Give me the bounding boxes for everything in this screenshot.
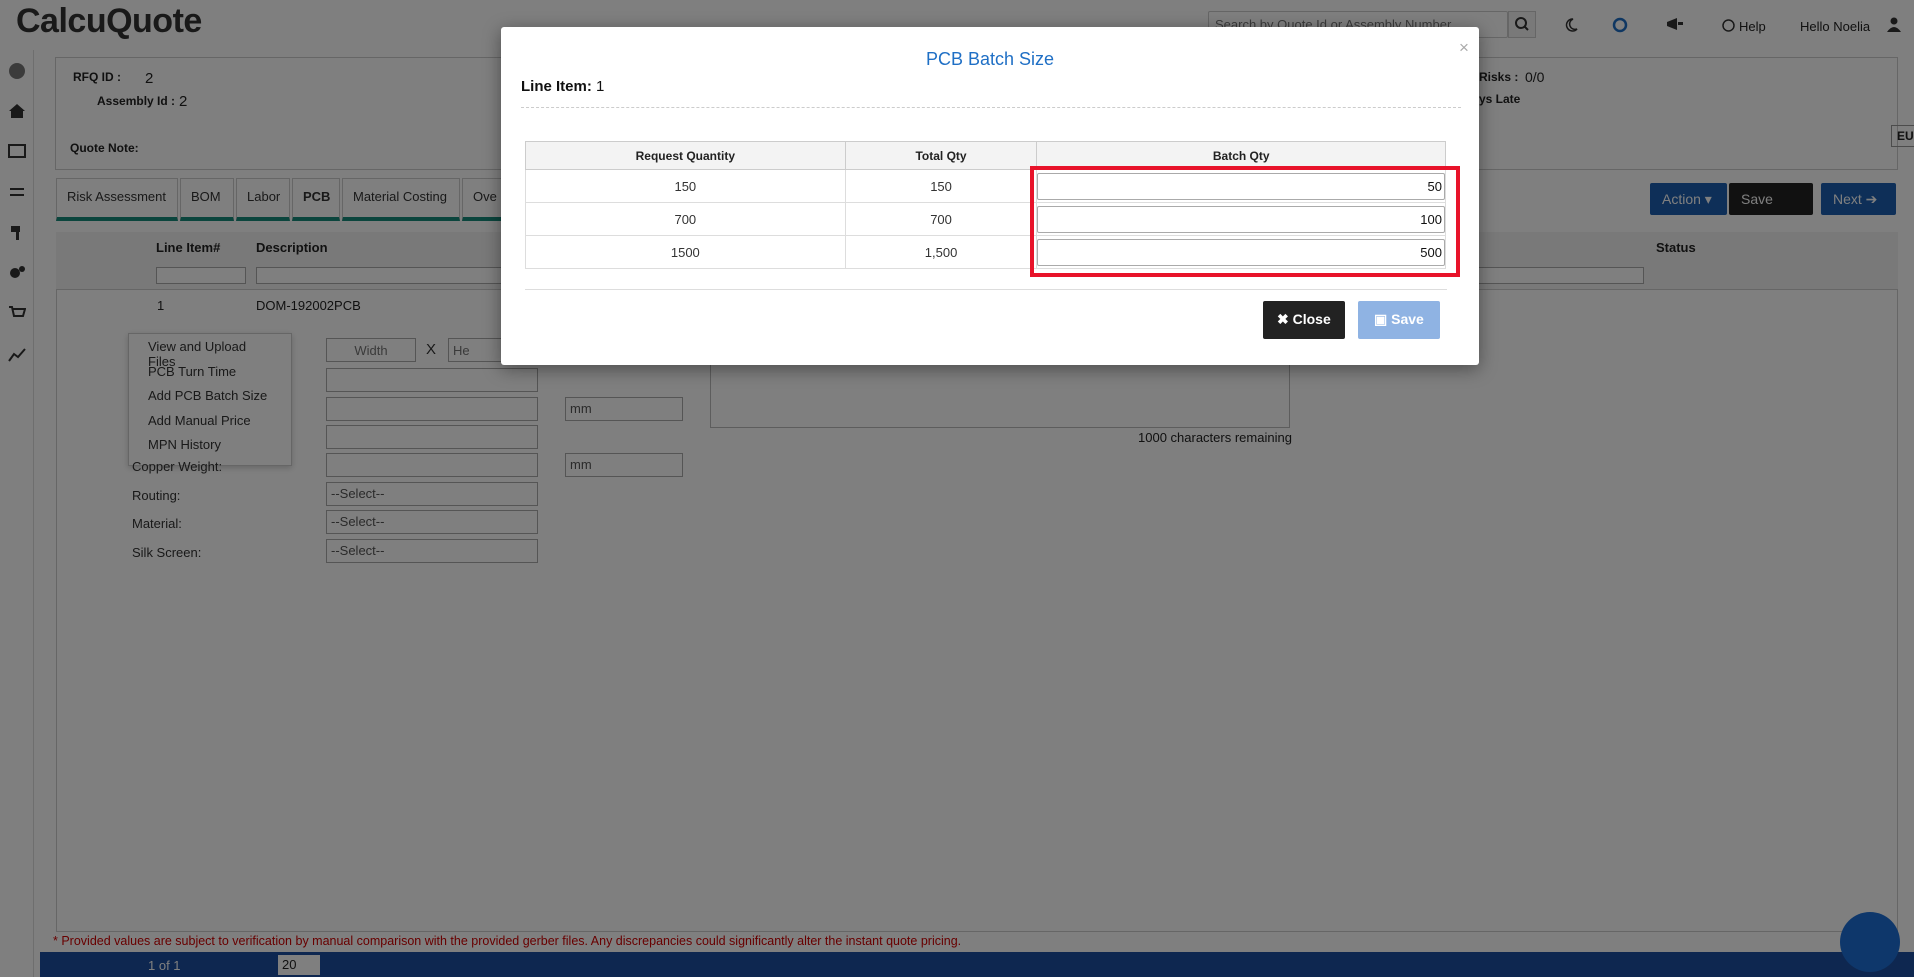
request-qty-cell: 150 [525,169,846,203]
modal-divider [521,107,1461,108]
total-qty-cell: 1,500 [844,235,1038,269]
line-item-label: Line Item: [521,78,592,95]
modal-title: PCB Batch Size [925,49,1055,69]
header-total-qty: Total Qty [844,141,1038,170]
total-qty-cell: 150 [844,169,1038,203]
close-button[interactable]: ✖ Close [1263,301,1345,339]
line-item-info: Line Item: 1 [521,78,604,95]
highlight-box [1030,166,1460,277]
pcb-batch-size-modal: PCB Batch Size × Line Item: 1 Request Qu… [501,27,1479,365]
floppy-icon: ▣ [1374,311,1388,327]
total-qty-cell: 700 [844,202,1038,236]
header-request-quantity: Request Quantity [525,141,846,170]
modal-footer-divider [525,289,1447,290]
modal-save-button[interactable]: ▣ Save [1358,301,1440,339]
modal-close-x[interactable]: × [1459,38,1469,58]
request-qty-cell: 700 [525,202,846,236]
request-qty-cell: 1500 [525,235,846,269]
line-item-value: 1 [596,78,605,95]
close-icon: ✖ [1277,311,1289,327]
